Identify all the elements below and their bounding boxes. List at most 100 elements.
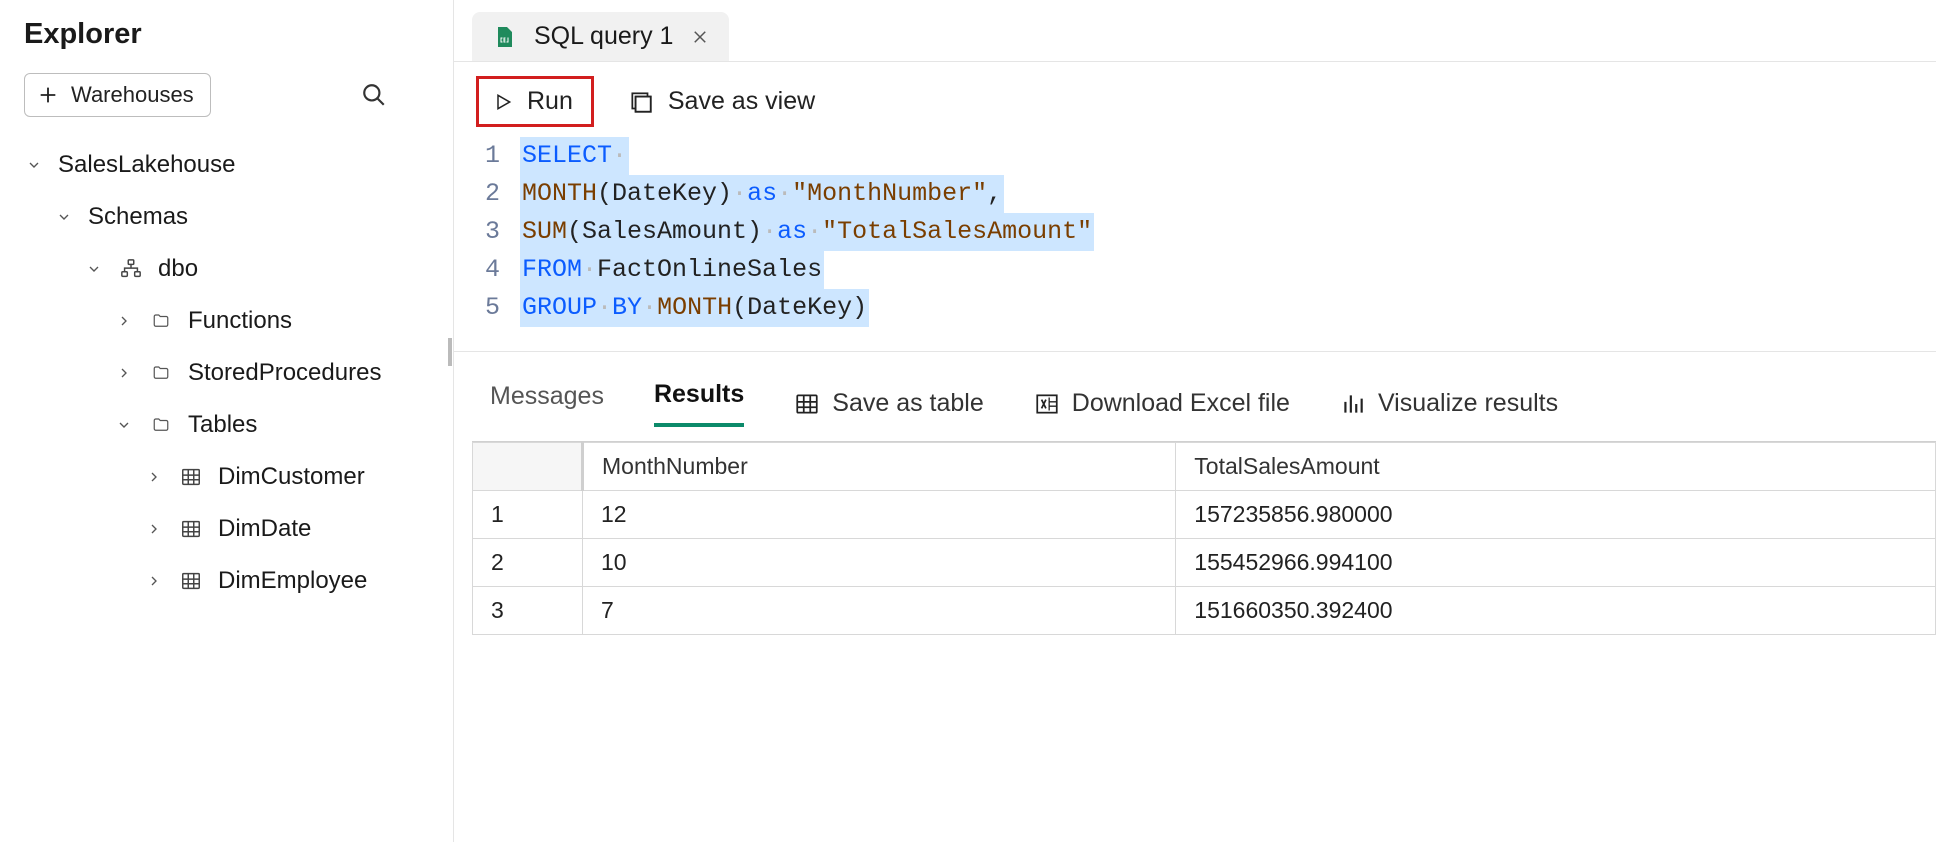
results-toolbar: Messages Results Save as table Download … <box>454 352 1936 441</box>
line-number: 3 <box>480 213 520 251</box>
query-toolbar: Run Save as view <box>454 62 1936 137</box>
visualize-results-button[interactable]: Visualize results <box>1340 389 1558 418</box>
explorer-sidebar: Explorer Warehouses SalesLakehouse <box>0 0 454 842</box>
chevron-down-icon <box>24 157 44 173</box>
cell: 155452966.994100 <box>1176 539 1936 587</box>
tree-label: DimEmployee <box>218 567 367 595</box>
sql-func: MONTH <box>657 293 732 322</box>
sql-keyword: SELECT <box>522 141 612 170</box>
tab-bar: SQL query 1 <box>454 0 1936 62</box>
sql-text: (SalesAmount) <box>567 217 762 246</box>
results-splitter[interactable] <box>454 351 1936 352</box>
row-number: 2 <box>473 539 583 587</box>
search-icon[interactable] <box>361 82 387 108</box>
table-row[interactable]: 1 12 157235856.980000 <box>473 491 1936 539</box>
tree-label: Functions <box>188 307 292 335</box>
object-tree: SalesLakehouse Schemas <box>24 139 437 607</box>
chevron-down-icon <box>84 261 104 277</box>
run-label: Run <box>527 87 573 116</box>
sql-keyword: as <box>777 217 807 246</box>
column-header[interactable]: TotalSalesAmount <box>1176 443 1936 491</box>
row-number-header <box>473 443 583 491</box>
tree-label: StoredProcedures <box>188 359 381 387</box>
tree-node-schemas[interactable]: Schemas <box>24 191 437 243</box>
tree-node-saleslakehouse[interactable]: SalesLakehouse <box>24 139 437 191</box>
explorer-title: Explorer <box>24 18 437 51</box>
save-as-table-label: Save as table <box>832 389 984 418</box>
tree-label: DimDate <box>218 515 311 543</box>
row-number: 1 <box>473 491 583 539</box>
sql-alias: "MonthNumber" <box>792 179 987 208</box>
chevron-right-icon <box>114 365 134 381</box>
main-area: SQL query 1 Run Save as view 1 SELECT· <box>454 0 1936 842</box>
sql-keyword: GROUP <box>522 293 597 322</box>
sql-editor[interactable]: 1 SELECT· 2 MONTH(DateKey)·as·"MonthNumb… <box>454 137 1936 337</box>
cell: 12 <box>583 491 1176 539</box>
table-icon <box>178 570 204 592</box>
tab-label: SQL query 1 <box>534 22 673 51</box>
results-tab[interactable]: Results <box>654 380 744 427</box>
plus-icon <box>37 84 59 106</box>
sql-file-icon <box>492 25 516 49</box>
table-icon <box>178 466 204 488</box>
sql-keyword: FROM <box>522 255 582 284</box>
folder-icon <box>148 312 174 330</box>
tree-node-table-dimcustomer[interactable]: DimCustomer <box>24 451 437 503</box>
results-grid[interactable]: MonthNumber TotalSalesAmount 1 12 157235… <box>472 441 1936 635</box>
cell: 151660350.392400 <box>1176 587 1936 635</box>
tree-label: DimCustomer <box>218 463 365 491</box>
excel-icon <box>1034 391 1060 417</box>
cell: 10 <box>583 539 1176 587</box>
tree-node-table-dimdate[interactable]: DimDate <box>24 503 437 555</box>
folder-icon <box>148 364 174 382</box>
chart-icon <box>1340 391 1366 417</box>
line-number: 1 <box>480 137 520 175</box>
chevron-right-icon <box>114 313 134 329</box>
save-as-view-label: Save as view <box>668 87 815 116</box>
sql-text: FactOnlineSales <box>597 255 822 284</box>
warehouses-button[interactable]: Warehouses <box>24 73 211 117</box>
row-number: 3 <box>473 587 583 635</box>
download-excel-label: Download Excel file <box>1072 389 1290 418</box>
line-number: 5 <box>480 289 520 327</box>
tree-node-dbo[interactable]: dbo <box>24 243 437 295</box>
sql-text: , <box>987 179 1002 208</box>
table-row[interactable]: 2 10 155452966.994100 <box>473 539 1936 587</box>
tree-label: Schemas <box>88 203 188 231</box>
visualize-results-label: Visualize results <box>1378 389 1558 418</box>
save-as-view-button[interactable]: Save as view <box>628 87 815 116</box>
messages-tab[interactable]: Messages <box>490 382 604 425</box>
save-view-icon <box>628 89 654 115</box>
cell: 7 <box>583 587 1176 635</box>
line-number: 2 <box>480 175 520 213</box>
table-header-row: MonthNumber TotalSalesAmount <box>473 443 1936 491</box>
schema-icon <box>118 258 144 280</box>
tree-node-storedprocedures[interactable]: StoredProcedures <box>24 347 437 399</box>
cell: 157235856.980000 <box>1176 491 1936 539</box>
sql-func: SUM <box>522 217 567 246</box>
line-number: 4 <box>480 251 520 289</box>
table-icon <box>794 391 820 417</box>
table-row[interactable]: 3 7 151660350.392400 <box>473 587 1936 635</box>
close-icon[interactable] <box>691 28 709 46</box>
play-icon <box>493 91 513 113</box>
download-excel-button[interactable]: Download Excel file <box>1034 389 1290 418</box>
folder-icon <box>148 416 174 434</box>
tree-label: Tables <box>188 411 257 439</box>
tree-label: SalesLakehouse <box>58 151 235 179</box>
save-as-table-button[interactable]: Save as table <box>794 389 984 418</box>
table-icon <box>178 518 204 540</box>
tree-node-table-dimemployee[interactable]: DimEmployee <box>24 555 437 607</box>
run-button[interactable]: Run <box>476 76 594 127</box>
sql-keyword: as <box>747 179 777 208</box>
tree-label: dbo <box>158 255 198 283</box>
sql-keyword: BY <box>612 293 642 322</box>
tab-sql-query-1[interactable]: SQL query 1 <box>472 12 729 61</box>
chevron-right-icon <box>144 573 164 589</box>
tree-node-tables[interactable]: Tables <box>24 399 437 451</box>
chevron-down-icon <box>54 209 74 225</box>
warehouses-label: Warehouses <box>71 82 194 108</box>
tree-node-functions[interactable]: Functions <box>24 295 437 347</box>
chevron-right-icon <box>144 469 164 485</box>
column-header[interactable]: MonthNumber <box>583 443 1176 491</box>
